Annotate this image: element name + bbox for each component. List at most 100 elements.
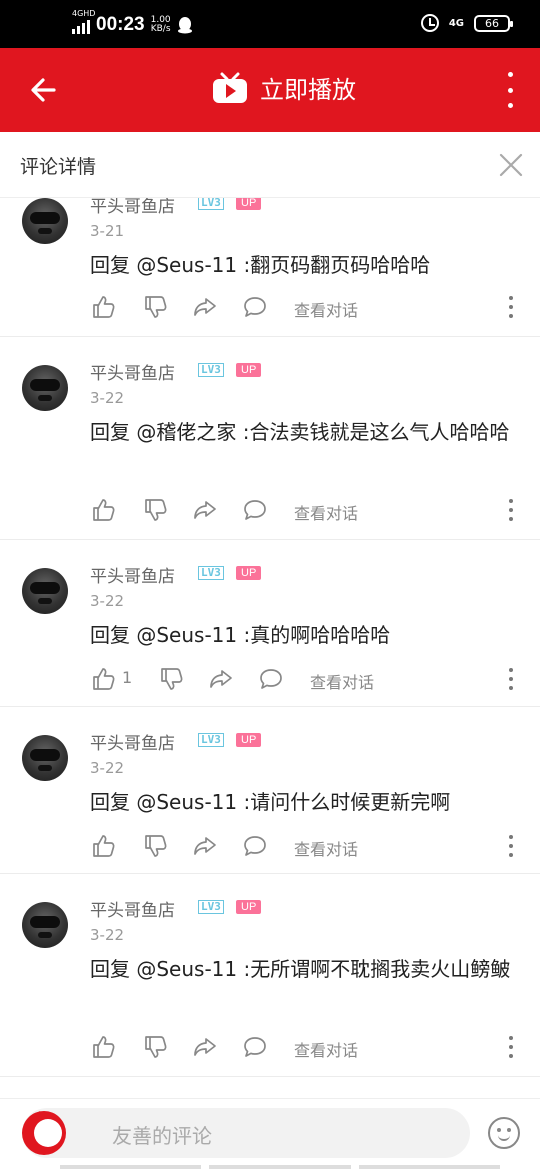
comment-more-icon[interactable] [508,1036,514,1058]
avatar[interactable] [22,365,68,411]
signal-icon: 4GHD [72,10,95,34]
view-conversation-link[interactable]: 查看对话 [294,1037,358,1061]
network-4g: 4G [448,17,464,29]
dislike-icon[interactable] [142,294,168,320]
comment-item: 平头哥鱼店 LV3 UP 3-22 回复 @Seus-11 :真的啊哈哈哈哈 1… [0,540,540,707]
like-count: 1 [122,668,133,687]
comment-text: 回复 @稽佬之家 :合法卖钱就是这么气人哈哈哈 [90,420,510,444]
dislike-icon[interactable] [142,833,168,859]
like-icon[interactable] [90,833,116,859]
status-left: 4GHD 00:23 1.00 KB/s [72,10,193,36]
avatar[interactable] [22,902,68,948]
comment-date: 3-22 [90,759,125,777]
comment-item: 平头哥鱼店 LV3 UP 3-22 回复 @Seus-11 :无所谓啊不耽搁我卖… [0,874,540,1077]
view-conversation-link[interactable]: 查看对话 [310,669,374,693]
username[interactable]: 平头哥鱼店 [90,359,175,384]
network-speed: 1.00 KB/s [151,16,171,34]
alarm-icon [420,14,439,32]
view-conversation-link[interactable]: 查看对话 [294,836,358,860]
username[interactable]: 平头哥鱼店 [90,562,175,587]
comment-more-icon[interactable] [508,835,514,857]
level-badge: LV3 [198,900,224,914]
reply-icon[interactable] [258,666,284,692]
up-badge: UP [236,363,262,377]
reply-icon[interactable] [242,1034,268,1060]
like-icon[interactable] [90,294,116,320]
share-icon[interactable] [192,833,218,859]
like-icon[interactable] [90,497,116,523]
comment-date: 3-22 [90,926,125,944]
up-badge: UP [236,900,262,914]
comment-actions: 查看对话 [90,497,520,527]
up-badge: UP [236,566,262,580]
close-icon[interactable] [498,152,524,178]
level-badge: LV3 [198,733,224,747]
comment-actions: 1 查看对话 [90,666,520,696]
comment-more-icon[interactable] [508,668,514,690]
comment-more-icon[interactable] [508,499,514,521]
nav-gesture-bar [60,1165,500,1169]
comment-input[interactable]: 友善的评论 [22,1108,470,1158]
avatar[interactable] [22,568,68,614]
play-now-button[interactable]: 立即播放 [212,70,356,105]
like-icon[interactable] [90,666,116,692]
up-badge: UP [236,198,262,210]
avatar[interactable] [22,735,68,781]
clock: 00:23 [96,14,145,35]
watermark-logo-icon [22,1111,66,1155]
qq-icon [177,17,192,34]
comment-list[interactable]: 平头哥鱼店 LV3 UP 3-21 回复 @Seus-11 :翻页码翻页码哈哈哈… [0,198,540,1098]
reply-icon[interactable] [242,497,268,523]
username[interactable]: 平头哥鱼店 [90,896,175,921]
comment-actions: 查看对话 [90,1034,520,1064]
comment-more-icon[interactable] [508,296,514,318]
comment-date: 3-22 [90,389,125,407]
view-conversation-link[interactable]: 查看对话 [294,297,358,321]
comment-detail-header: 评论详情 [0,132,540,198]
top-bar: 立即播放 [0,48,540,132]
tv-play-icon [213,72,247,103]
username[interactable]: 平头哥鱼店 [90,729,175,754]
reply-icon[interactable] [242,833,268,859]
emoji-icon[interactable] [488,1117,520,1149]
up-badge: UP [236,733,262,747]
share-icon[interactable] [192,294,218,320]
like-icon[interactable] [90,1034,116,1060]
comment-text: 回复 @Seus-11 :请问什么时候更新完啊 [90,790,451,814]
dislike-icon[interactable] [158,666,184,692]
avatar[interactable] [22,198,68,244]
level-badge: LV3 [198,566,224,580]
comment-item: 平头哥鱼店 LV3 UP 3-22 回复 @Seus-11 :请问什么时候更新完… [0,707,540,874]
reply-icon[interactable] [242,294,268,320]
comment-date: 3-21 [90,222,125,240]
comment-text: 回复 @Seus-11 :翻页码翻页码哈哈哈 [90,253,431,277]
page-title: 立即播放 [260,76,356,104]
status-bar: 4GHD 00:23 1.00 KB/s 4G 66 [0,0,540,48]
username[interactable]: 平头哥鱼店 [90,198,175,217]
more-options-icon[interactable] [498,72,522,108]
comment-actions: 查看对话 [90,833,520,863]
status-right: 4G 66 [420,14,513,32]
battery-icon: 66 [474,14,513,32]
comment-date: 3-22 [90,592,125,610]
level-badge: LV3 [198,363,224,377]
network-type: 4GHD [72,9,96,18]
comment-input-bar: 友善的评论 [0,1098,540,1170]
back-arrow-icon[interactable] [24,70,64,110]
share-icon[interactable] [208,666,234,692]
dislike-icon[interactable] [142,1034,168,1060]
speed-unit: KB/s [150,24,171,34]
share-icon[interactable] [192,497,218,523]
share-icon[interactable] [192,1034,218,1060]
comment-text: 回复 @Seus-11 :真的啊哈哈哈哈 [90,623,391,647]
battery-level: 66 [485,16,499,30]
comment-detail-title: 评论详情 [20,156,97,178]
level-badge: LV3 [198,198,224,210]
comment-item: 平头哥鱼店 LV3 UP 3-21 回复 @Seus-11 :翻页码翻页码哈哈哈… [0,198,540,337]
comment-input-placeholder: 友善的评论 [112,1124,212,1148]
comment-item: 平头哥鱼店 LV3 UP 3-22 回复 @稽佬之家 :合法卖钱就是这么气人哈哈… [0,337,540,540]
comment-actions: 查看对话 [90,294,520,324]
view-conversation-link[interactable]: 查看对话 [294,500,358,524]
comment-text: 回复 @Seus-11 :无所谓啊不耽搁我卖火山鳑鲏 [90,957,511,981]
dislike-icon[interactable] [142,497,168,523]
